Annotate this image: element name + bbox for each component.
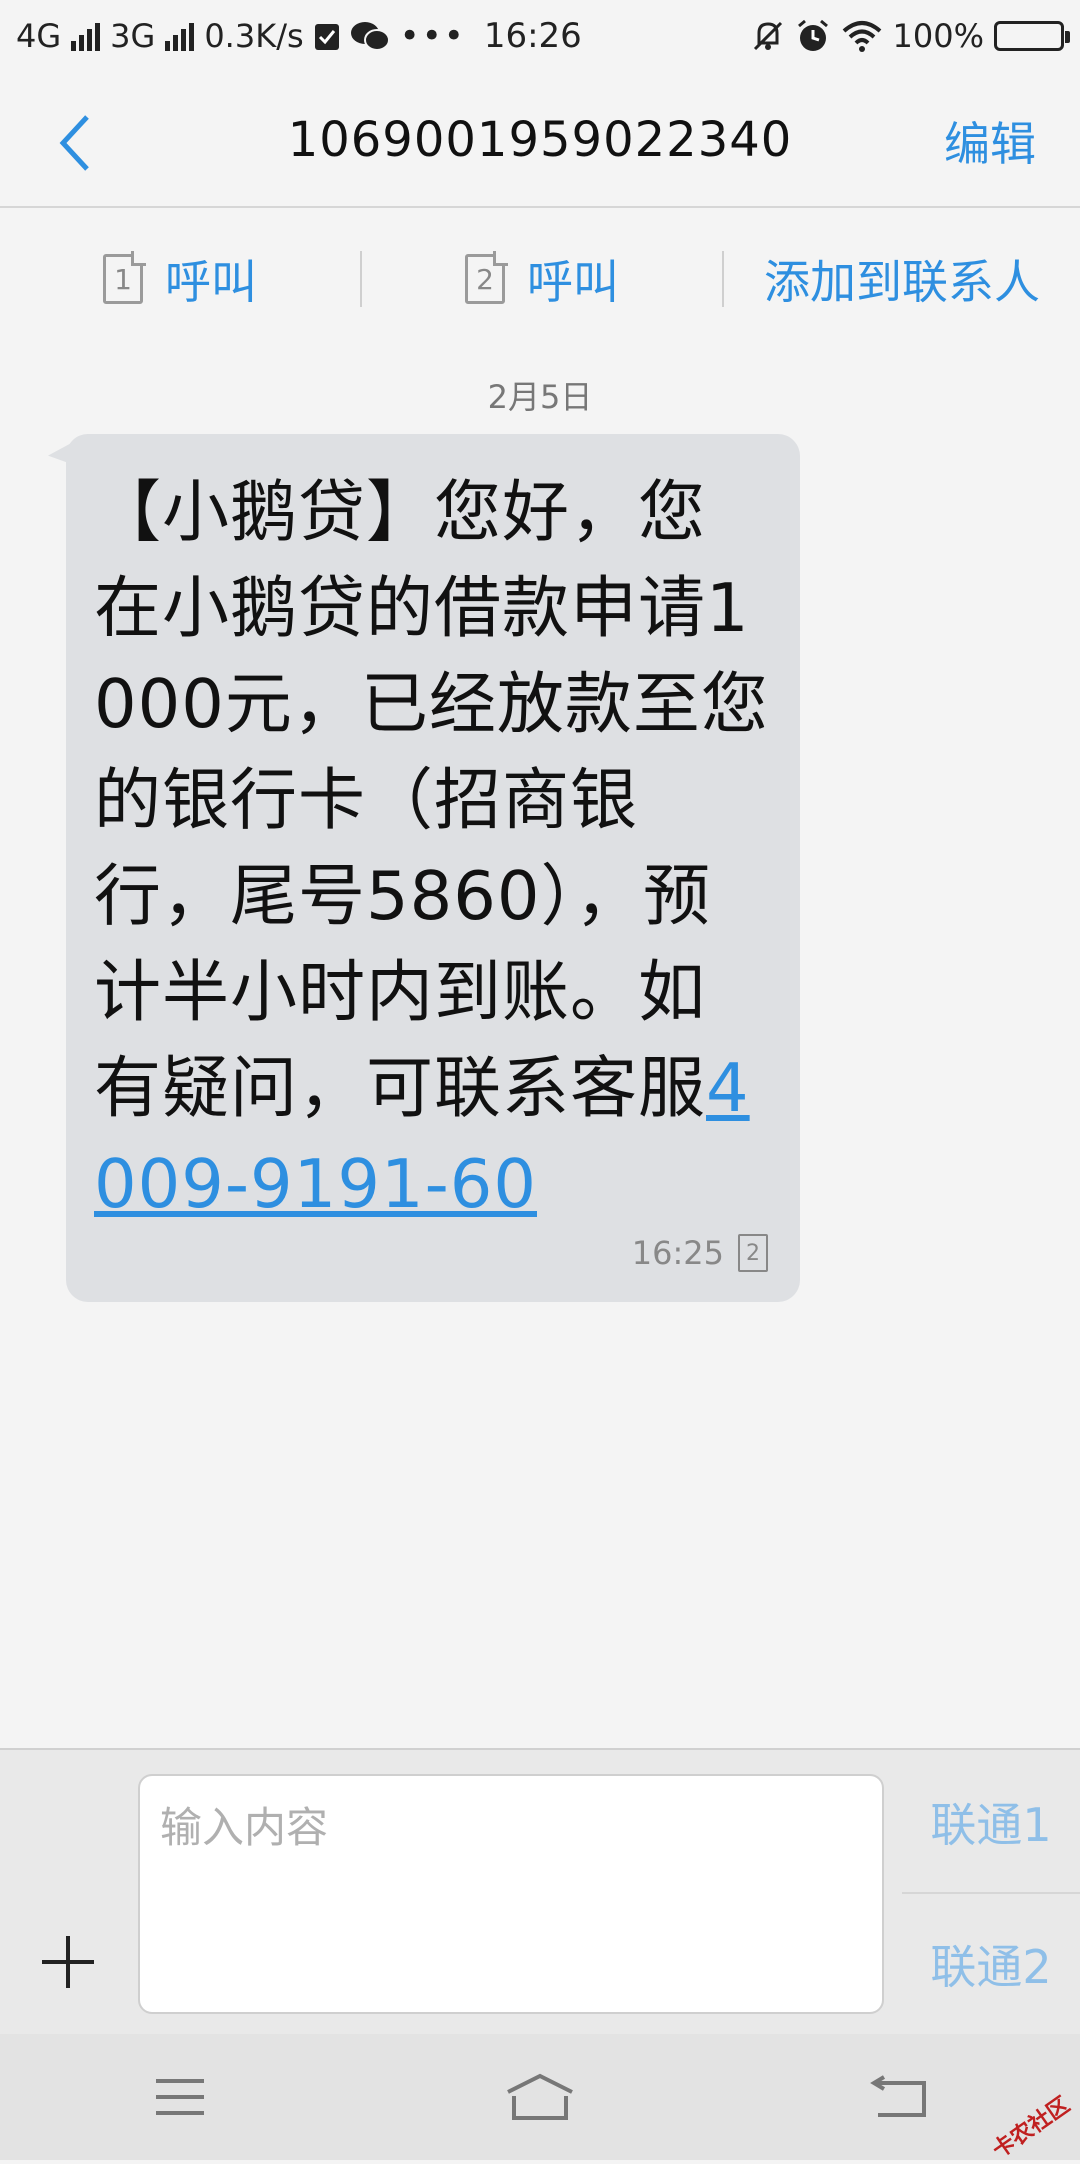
home-button[interactable] — [490, 2057, 590, 2137]
message-meta: 16:25 2 — [632, 1234, 768, 1272]
status-right: 100% — [751, 17, 1064, 55]
signal-icon — [165, 21, 194, 51]
call-sim2-button[interactable]: 2 呼叫 — [362, 210, 722, 348]
edit-button[interactable]: 编辑 — [944, 108, 1036, 174]
sim-number: 2 — [476, 263, 494, 296]
conversation-header: 1069001959022340 编辑 — [0, 72, 1080, 208]
back-nav-button[interactable] — [850, 2057, 950, 2137]
composer: 输入内容 联通1 联通2 — [0, 1748, 1080, 2034]
sim-card-icon: 2 — [738, 1234, 768, 1272]
sim-card-icon: 1 — [103, 254, 143, 304]
menu-icon — [152, 2075, 208, 2119]
back-arrow-icon — [870, 2073, 930, 2121]
mute-icon — [751, 19, 785, 53]
message-body: 【小鹅贷】您好，您在小鹅贷的借款申请1000元，已经放款至您的银行卡（招商银行，… — [94, 473, 769, 1127]
alarm-icon — [795, 18, 831, 54]
send-sim2-button[interactable]: 联通2 — [902, 1896, 1080, 2032]
input-placeholder: 输入内容 — [160, 1803, 328, 1852]
message-list[interactable]: 2月5日 【小鹅贷】您好，您在小鹅贷的借款申请1000元，已经放款至您的银行卡（… — [0, 348, 1080, 1748]
sim-card-icon: 2 — [465, 254, 505, 304]
message-bubble[interactable]: 【小鹅贷】您好，您在小鹅贷的借款申请1000元，已经放款至您的银行卡（招商银行，… — [66, 434, 800, 1302]
plus-icon — [36, 1930, 100, 1994]
sim-number: 2 — [746, 1241, 760, 1266]
divider — [902, 1892, 1080, 1894]
menu-button[interactable] — [130, 2057, 230, 2137]
send-sim1-button[interactable]: 联通1 — [902, 1754, 1080, 1890]
call-sim2-label: 呼叫 — [527, 246, 619, 312]
message-input[interactable]: 输入内容 — [138, 1774, 884, 2014]
attach-button[interactable] — [36, 1930, 100, 1994]
network-type-2: 3G — [110, 17, 155, 55]
conversation-title: 1069001959022340 — [0, 72, 1080, 208]
network-speed: 0.3K/s — [204, 17, 303, 55]
wechat-icon — [350, 20, 390, 52]
network-type-1: 4G — [16, 17, 61, 55]
battery-icon — [994, 21, 1064, 51]
navigation-bar — [0, 2034, 1080, 2160]
date-separator: 2月5日 — [0, 372, 1080, 418]
contact-action-bar: 1 呼叫 2 呼叫 添加到联系人 — [0, 210, 1080, 348]
wifi-icon — [841, 19, 883, 53]
task-done-icon — [314, 21, 340, 51]
add-contact-button[interactable]: 添加到联系人 — [724, 210, 1080, 348]
chevron-left-icon — [55, 111, 95, 175]
sim-number: 1 — [114, 263, 132, 296]
status-bar: 4G 3G 0.3K/s ••• 16:26 100% — [0, 0, 1080, 72]
signal-icon — [71, 21, 100, 51]
call-sim1-label: 呼叫 — [165, 246, 257, 312]
more-notifications-icon: ••• — [400, 16, 466, 56]
home-icon — [504, 2072, 576, 2122]
message-time: 16:25 — [632, 1234, 724, 1272]
add-contact-label: 添加到联系人 — [764, 246, 1040, 312]
clock: 16:26 — [484, 16, 582, 56]
back-button[interactable] — [40, 108, 110, 178]
call-sim1-button[interactable]: 1 呼叫 — [0, 210, 360, 348]
battery-percent: 100% — [893, 17, 984, 55]
message-text: 【小鹅贷】您好，您在小鹅贷的借款申请1000元，已经放款至您的银行卡（招商银行，… — [94, 464, 772, 1232]
status-left: 4G 3G 0.3K/s ••• 16:26 — [16, 16, 582, 56]
